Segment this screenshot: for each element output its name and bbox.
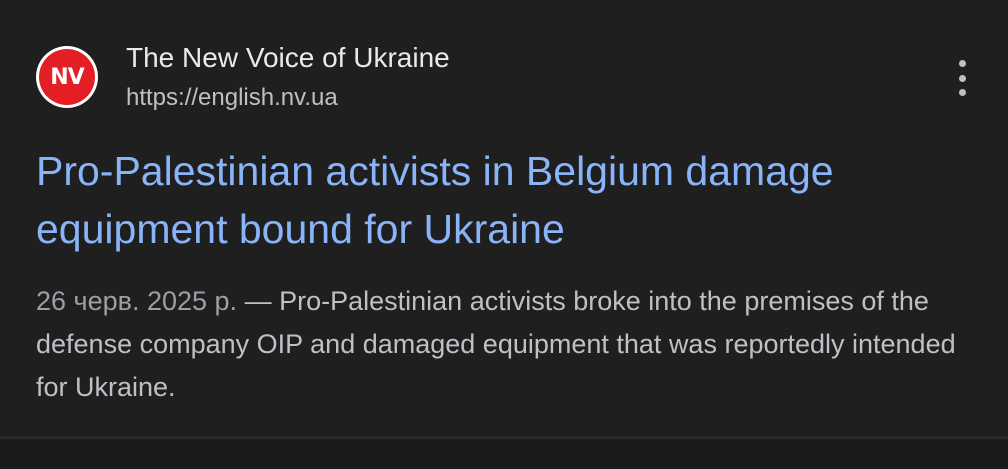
search-result-card: NV The New Voice of Ukraine https://engl… [0, 0, 1008, 436]
result-snippet: 26 черв. 2025 р. — Pro-Palestinian activ… [36, 280, 976, 409]
site-favicon: NV [36, 46, 98, 108]
source-row[interactable]: NV The New Voice of Ukraine https://engl… [36, 40, 450, 114]
next-result-edge [0, 439, 1008, 469]
source-name: The New Voice of Ukraine [126, 42, 450, 73]
source-info: The New Voice of Ukraine https://english… [126, 40, 450, 114]
more-vert-icon-dot [958, 60, 966, 67]
more-vert-icon-dot [958, 89, 966, 96]
more-vert-icon-dot [958, 74, 966, 82]
result-date: 26 черв. 2025 р. [36, 286, 238, 316]
more-options-button[interactable] [950, 60, 974, 96]
source-url: https://english.nv.ua [126, 84, 338, 111]
result-title-link[interactable]: Pro-Palestinian activists in Belgium dam… [36, 142, 966, 258]
nv-logo-icon: NV [39, 49, 95, 105]
snippet-separator: — [237, 286, 280, 316]
